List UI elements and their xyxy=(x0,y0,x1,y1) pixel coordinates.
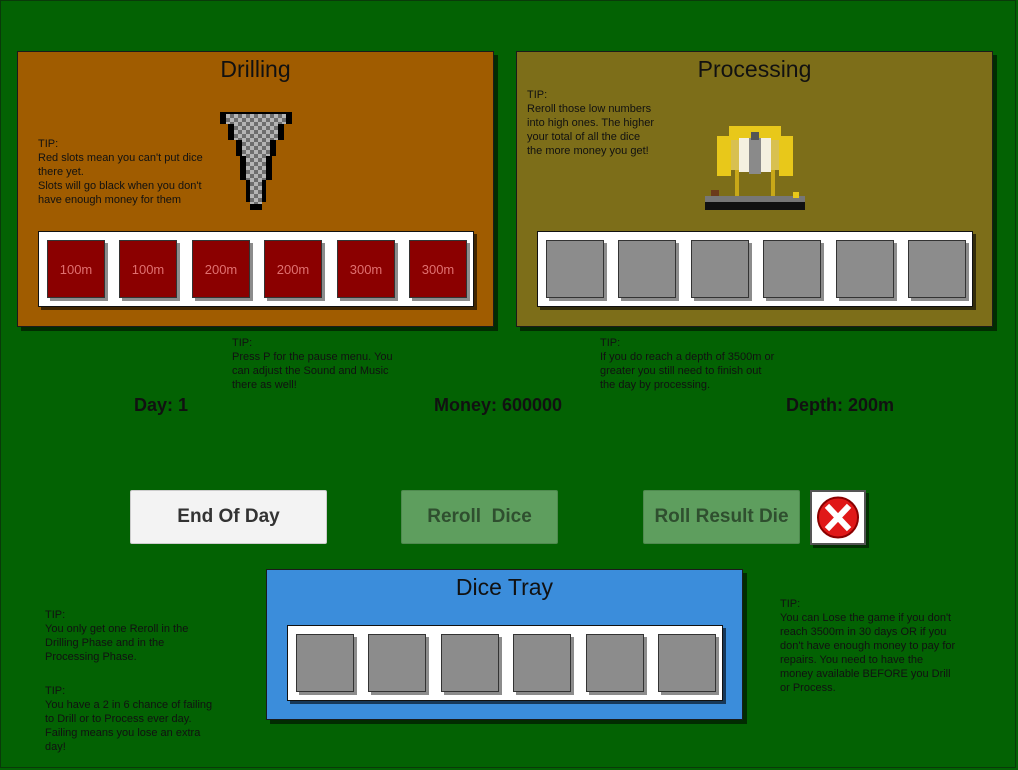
cancel-button[interactable] xyxy=(810,490,866,545)
pause-menu-tip: TIP: Press P for the pause menu. You can… xyxy=(232,337,393,391)
failure-chance-tip: TIP: You have a 2 in 6 chance of failing… xyxy=(45,685,213,753)
reroll-limit-tip: TIP: You only get one Reroll in the Dril… xyxy=(45,609,189,663)
processing-panel: Processing TIP: Reroll those low numbers… xyxy=(516,51,993,327)
drilling-tip: TIP: Red slots mean you can't put dice t… xyxy=(38,138,203,206)
processing-slot[interactable] xyxy=(908,240,966,298)
dice-tray-slot[interactable] xyxy=(296,634,354,692)
dice-tray-slot[interactable] xyxy=(658,634,716,692)
dice-tray-title: Dice Tray xyxy=(455,574,554,600)
dice-tray-slot-strip xyxy=(287,625,723,701)
close-icon xyxy=(817,496,859,539)
processing-slot[interactable] xyxy=(691,240,749,298)
drilling-slot[interactable]: 100m xyxy=(119,240,177,298)
drilling-slot[interactable]: 200m xyxy=(192,240,250,298)
roll-result-die-button[interactable]: Roll Result Die xyxy=(643,490,800,544)
drilling-panel: Drilling TIP: Red slots mean you can't p… xyxy=(17,51,494,327)
drill-bit-icon xyxy=(220,112,292,210)
drilling-slot[interactable]: 200m xyxy=(264,240,322,298)
processing-tip: TIP: Reroll those low numbers into high … xyxy=(527,89,654,157)
dice-tray-slot[interactable] xyxy=(513,634,571,692)
processing-slot[interactable] xyxy=(836,240,894,298)
processing-machine-icon xyxy=(705,126,805,210)
depth-counter: Depth: 200m xyxy=(786,395,895,415)
day-counter: Day: 1 xyxy=(134,395,189,415)
processing-slot[interactable] xyxy=(763,240,821,298)
dice-tray-slot[interactable] xyxy=(368,634,426,692)
depth-goal-tip: TIP: If you do reach a depth of 3500m or… xyxy=(600,337,775,391)
processing-slot[interactable] xyxy=(618,240,676,298)
processing-slot-strip xyxy=(537,231,973,307)
drilling-slot[interactable]: 300m xyxy=(409,240,467,298)
money-counter: Money: 600000 xyxy=(434,395,563,415)
drilling-slot-strip: 100m 100m 200m 200m 300m 300m xyxy=(38,231,474,307)
drilling-slot[interactable]: 300m xyxy=(337,240,395,298)
reroll-dice-button[interactable]: Reroll Dice xyxy=(401,490,558,544)
drilling-title: Drilling xyxy=(220,56,291,82)
dice-tray-slot[interactable] xyxy=(441,634,499,692)
drilling-slot[interactable]: 100m xyxy=(47,240,105,298)
end-of-day-button[interactable]: End Of Day xyxy=(130,490,327,544)
lose-condition-tip: TIP: You can Lose the game if you don't … xyxy=(780,598,956,694)
processing-title: Processing xyxy=(697,56,812,82)
dice-tray-slot[interactable] xyxy=(586,634,644,692)
processing-slot[interactable] xyxy=(546,240,604,298)
dice-tray-panel: Dice Tray xyxy=(266,569,743,720)
